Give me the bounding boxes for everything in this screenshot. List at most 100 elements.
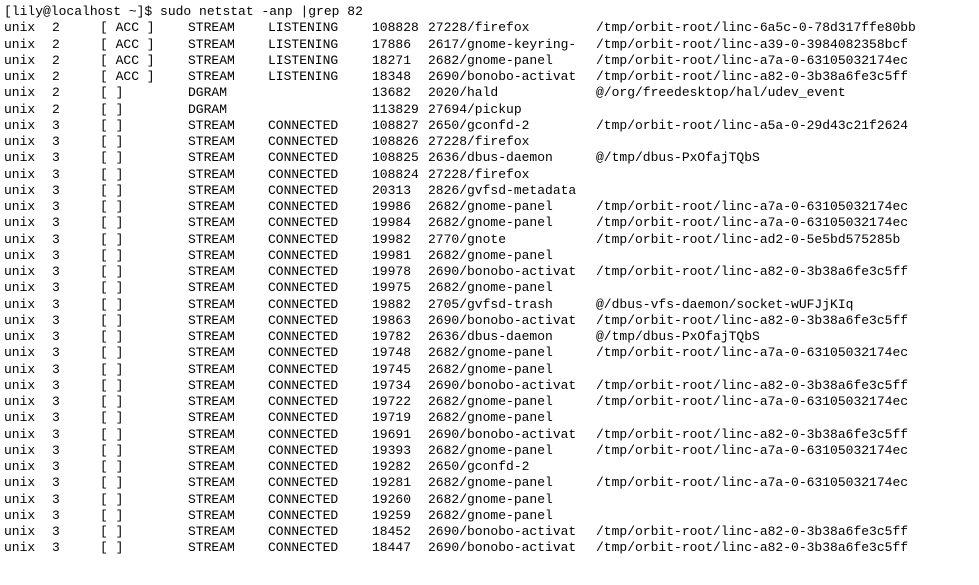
netstat-row: unix3[ ]STREAMCONNECTED10882627228/firef… xyxy=(4,134,979,150)
proto-col: unix xyxy=(4,199,52,215)
flags-col: [ ] xyxy=(100,475,188,491)
netstat-row: unix3[ ]STREAMCONNECTED198822705/gvfsd-t… xyxy=(4,297,979,313)
refcnt-col: 3 xyxy=(52,118,100,134)
pidprog-col: 2690/bonobo-activat xyxy=(428,524,596,540)
pidprog-col: 2682/gnome-panel xyxy=(428,410,596,426)
refcnt-col: 3 xyxy=(52,134,100,150)
prompt-line: [lily@localhost ~]$ sudo netstat -anp |g… xyxy=(4,4,979,20)
netstat-row: unix3[ ]STREAMCONNECTED1088252636/dbus-d… xyxy=(4,150,979,166)
terminal-output: [lily@localhost ~]$ sudo netstat -anp |g… xyxy=(4,4,979,557)
path-col: /tmp/orbit-root/linc-a7a-0-63105032174ec xyxy=(596,443,908,459)
proto-col: unix xyxy=(4,475,52,491)
state-col: CONNECTED xyxy=(268,540,372,556)
pidprog-col: 2682/gnome-panel xyxy=(428,215,596,231)
netstat-row: unix2[ ACC ]STREAMLISTENING10882827228/f… xyxy=(4,20,979,36)
proto-col: unix xyxy=(4,378,52,394)
pidprog-col: 2682/gnome-panel xyxy=(428,394,596,410)
flags-col: [ ] xyxy=(100,280,188,296)
refcnt-col: 3 xyxy=(52,264,100,280)
flags-col: [ ] xyxy=(100,167,188,183)
type-col: STREAM xyxy=(188,459,268,475)
pidprog-col: 2636/dbus-daemon xyxy=(428,150,596,166)
pidprog-col: 2682/gnome-panel xyxy=(428,248,596,264)
inode-col: 108828 xyxy=(372,20,428,36)
state-col: LISTENING xyxy=(268,37,372,53)
netstat-row: unix3[ ]STREAMCONNECTED197822636/dbus-da… xyxy=(4,329,979,345)
inode-col: 20313 xyxy=(372,183,428,199)
refcnt-col: 3 xyxy=(52,167,100,183)
netstat-row: unix2[ ]DGRAM11382927694/pickup xyxy=(4,102,979,118)
refcnt-col: 3 xyxy=(52,329,100,345)
flags-col: [ ] xyxy=(100,248,188,264)
proto-col: unix xyxy=(4,508,52,524)
netstat-row: unix3[ ]STREAMCONNECTED197342690/bonobo-… xyxy=(4,378,979,394)
pidprog-col: 2617/gnome-keyring- xyxy=(428,37,596,53)
netstat-row: unix3[ ]STREAMCONNECTED1088272650/gconfd… xyxy=(4,118,979,134)
pidprog-col: 2690/bonobo-activat xyxy=(428,378,596,394)
refcnt-col: 3 xyxy=(52,215,100,231)
netstat-row: unix3[ ]STREAMCONNECTED10882427228/firef… xyxy=(4,167,979,183)
path-col: /tmp/orbit-root/linc-a82-0-3b38a6fe3c5ff xyxy=(596,524,908,540)
refcnt-col: 3 xyxy=(52,524,100,540)
netstat-row: unix3[ ]STREAMCONNECTED192592682/gnome-p… xyxy=(4,508,979,524)
refcnt-col: 3 xyxy=(52,394,100,410)
refcnt-col: 3 xyxy=(52,459,100,475)
state-col: LISTENING xyxy=(268,69,372,85)
inode-col: 19748 xyxy=(372,345,428,361)
refcnt-col: 2 xyxy=(52,69,100,85)
inode-col: 108827 xyxy=(372,118,428,134)
type-col: STREAM xyxy=(188,183,268,199)
state-col: CONNECTED xyxy=(268,492,372,508)
inode-col: 13682 xyxy=(372,85,428,101)
state-col: CONNECTED xyxy=(268,362,372,378)
flags-col: [ ] xyxy=(100,410,188,426)
pidprog-col: 2682/gnome-panel xyxy=(428,443,596,459)
refcnt-col: 3 xyxy=(52,183,100,199)
type-col: STREAM xyxy=(188,540,268,556)
path-col: /tmp/orbit-root/linc-a7a-0-63105032174ec xyxy=(596,215,908,231)
type-col: STREAM xyxy=(188,410,268,426)
inode-col: 19734 xyxy=(372,378,428,394)
refcnt-col: 3 xyxy=(52,232,100,248)
flags-col: [ ] xyxy=(100,232,188,248)
state-col: CONNECTED xyxy=(268,345,372,361)
proto-col: unix xyxy=(4,232,52,248)
type-col: STREAM xyxy=(188,215,268,231)
refcnt-col: 3 xyxy=(52,378,100,394)
refcnt-col: 3 xyxy=(52,280,100,296)
state-col: CONNECTED xyxy=(268,329,372,345)
type-col: STREAM xyxy=(188,134,268,150)
pidprog-col: 2650/gconfd-2 xyxy=(428,118,596,134)
refcnt-col: 2 xyxy=(52,20,100,36)
inode-col: 18348 xyxy=(372,69,428,85)
inode-col: 108826 xyxy=(372,134,428,150)
proto-col: unix xyxy=(4,20,52,36)
flags-col: [ ] xyxy=(100,508,188,524)
state-col: CONNECTED xyxy=(268,167,372,183)
proto-col: unix xyxy=(4,492,52,508)
refcnt-col: 3 xyxy=(52,540,100,556)
refcnt-col: 3 xyxy=(52,297,100,313)
pidprog-col: 27228/firefox xyxy=(428,20,596,36)
inode-col: 19260 xyxy=(372,492,428,508)
netstat-row: unix3[ ]STREAMCONNECTED192822650/gconfd-… xyxy=(4,459,979,475)
state-col: CONNECTED xyxy=(268,118,372,134)
refcnt-col: 3 xyxy=(52,508,100,524)
pidprog-col: 2690/bonobo-activat xyxy=(428,313,596,329)
state-col: CONNECTED xyxy=(268,297,372,313)
proto-col: unix xyxy=(4,85,52,101)
inode-col: 108824 xyxy=(372,167,428,183)
state-col: CONNECTED xyxy=(268,134,372,150)
netstat-row: unix3[ ]STREAMCONNECTED193932682/gnome-p… xyxy=(4,443,979,459)
flags-col: [ ] xyxy=(100,150,188,166)
path-col: /tmp/orbit-root/linc-a82-0-3b38a6fe3c5ff xyxy=(596,427,908,443)
path-col: @/org/freedesktop/hal/udev_event xyxy=(596,85,846,101)
inode-col: 19978 xyxy=(372,264,428,280)
pidprog-col: 2682/gnome-panel xyxy=(428,280,596,296)
state-col: CONNECTED xyxy=(268,183,372,199)
path-col: /tmp/orbit-root/linc-a7a-0-63105032174ec xyxy=(596,394,908,410)
netstat-row: unix2[ ACC ]STREAMLISTENING178862617/gno… xyxy=(4,37,979,53)
type-col: DGRAM xyxy=(188,102,268,118)
netstat-row: unix3[ ]STREAMCONNECTED199782690/bonobo-… xyxy=(4,264,979,280)
state-col: LISTENING xyxy=(268,20,372,36)
